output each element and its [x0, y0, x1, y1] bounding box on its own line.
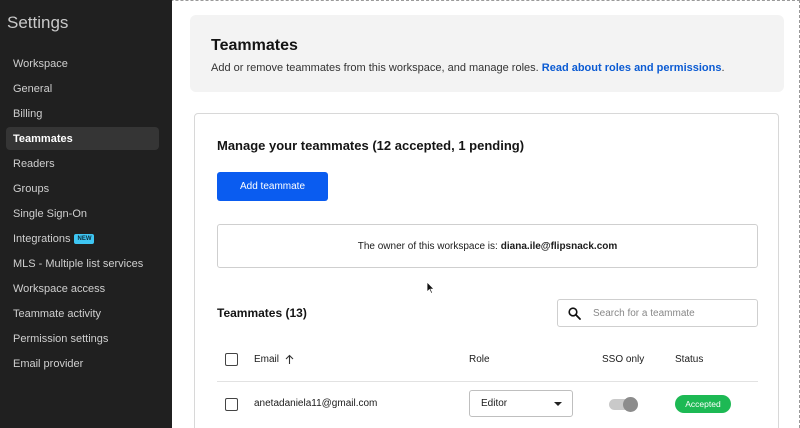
- status-badge: Accepted: [675, 395, 731, 413]
- role-column-header: Role: [469, 354, 490, 365]
- sidebar-item-workspace-access[interactable]: Workspace access: [6, 277, 159, 300]
- sidebar-item-integrations[interactable]: Integrations NEW: [6, 227, 159, 250]
- sidebar-item-readers[interactable]: Readers: [6, 152, 159, 175]
- page-title: Teammates: [211, 37, 298, 54]
- sidebar-item-label: Integrations: [13, 232, 71, 245]
- role-select-value: Editor: [481, 398, 508, 409]
- page-description: Add or remove teammates from this worksp…: [211, 62, 725, 74]
- search-icon: [568, 306, 581, 320]
- chevron-down-icon: [554, 401, 562, 406]
- sidebar-title: Settings: [7, 13, 69, 32]
- sidebar-item-general[interactable]: General: [6, 77, 159, 100]
- sidebar-item-teammate-activity[interactable]: Teammate activity: [6, 302, 159, 325]
- teammate-search[interactable]: [557, 299, 758, 327]
- sso-only-toggle[interactable]: [609, 397, 638, 412]
- sidebar-item-workspace[interactable]: Workspace: [6, 52, 159, 75]
- owner-email: diana.ile@flipsnack.com: [500, 240, 618, 252]
- role-select[interactable]: Editor: [469, 390, 573, 417]
- sso-column-header: SSO only: [602, 354, 645, 365]
- page-description-text: Add or remove teammates from this worksp…: [211, 62, 539, 74]
- sidebar-item-single-sign-on[interactable]: Single Sign-On: [6, 202, 159, 225]
- teammates-heading: Teammates (13): [217, 306, 307, 320]
- sidebar-item-groups[interactable]: Groups: [6, 177, 159, 200]
- sidebar-item-teammates[interactable]: Teammates: [6, 127, 159, 150]
- email-column-header[interactable]: Email: [254, 354, 295, 365]
- sidebar-item-permission-settings[interactable]: Permission settings: [6, 327, 159, 350]
- sort-arrow-up-icon: [285, 354, 294, 364]
- select-all-checkbox[interactable]: [225, 353, 238, 366]
- owner-label: The owner of this workspace is:: [357, 240, 498, 252]
- table-divider: [217, 381, 758, 382]
- sidebar-item-billing[interactable]: Billing: [6, 102, 159, 125]
- row-checkbox[interactable]: [225, 398, 238, 411]
- page-header: Teammates Add or remove teammates from t…: [190, 15, 784, 92]
- status-column-header: Status: [675, 354, 704, 365]
- page-description-suffix: .: [721, 62, 725, 74]
- sidebar-item-email-provider[interactable]: Email provider: [6, 352, 159, 375]
- add-teammate-button[interactable]: Add teammate: [217, 172, 328, 201]
- row-email: anetadaniela11@gmail.com: [254, 398, 378, 409]
- toggle-knob: [623, 397, 638, 412]
- owner-info-box: The owner of this workspace is: diana.il…: [217, 224, 758, 268]
- email-column-label: Email: [254, 354, 280, 365]
- settings-sidebar: Settings Workspace General Billing Teamm…: [0, 0, 172, 428]
- mouse-pointer-icon: [426, 281, 435, 294]
- sidebar-item-mls[interactable]: MLS - Multiple list services: [6, 252, 159, 275]
- manage-teammates-card: Manage your teammates (12 accepted, 1 pe…: [194, 113, 779, 428]
- roles-permissions-link[interactable]: Read about roles and permissions: [542, 62, 722, 74]
- new-badge: NEW: [74, 233, 95, 244]
- search-input[interactable]: [593, 307, 743, 319]
- sidebar-nav: Workspace General Billing Teammates Read…: [6, 52, 159, 377]
- manage-title: Manage your teammates (12 accepted, 1 pe…: [217, 138, 525, 153]
